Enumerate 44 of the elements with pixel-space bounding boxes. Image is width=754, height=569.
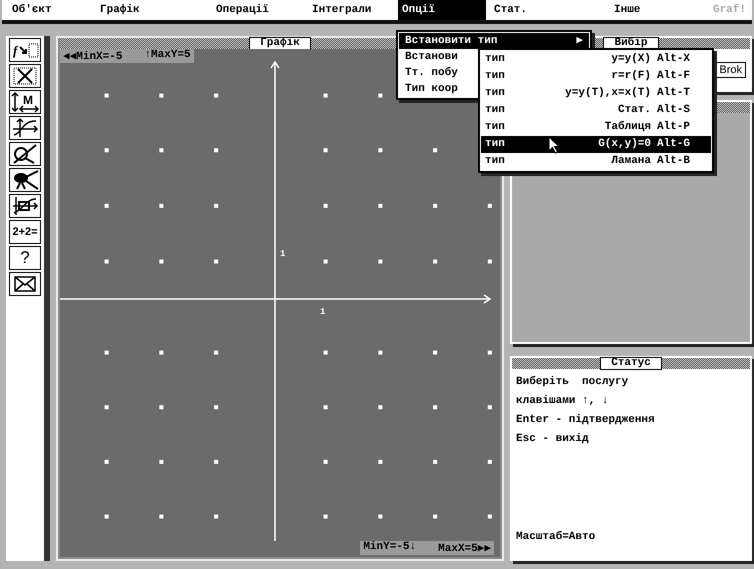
menu-item[interactable]: Тип коор bbox=[399, 81, 460, 97]
menu-item[interactable]: Тт. побу bbox=[399, 65, 460, 81]
plot-tool-icon[interactable] bbox=[9, 194, 41, 218]
menu-item[interactable]: тип Ламана Alt-B bbox=[481, 153, 711, 170]
status-text: Enter - підтвердження bbox=[516, 413, 656, 428]
graph-curve-icon[interactable] bbox=[9, 116, 41, 140]
min-y-label: MinY=-5↓ bbox=[363, 541, 416, 555]
min-x-label: ◀◀MinX=-5 bbox=[63, 50, 122, 63]
envelope-icon[interactable] bbox=[9, 272, 41, 296]
menu-item[interactable]: Опції bbox=[398, 0, 486, 20]
menu-item[interactable]: тип Таблиця Alt-P bbox=[481, 119, 711, 136]
status-text: Esc - вихід bbox=[516, 432, 590, 447]
menu-item[interactable]: Графік bbox=[96, 0, 192, 20]
panel-title: Графік bbox=[249, 37, 311, 50]
app-logo: Graf! bbox=[712, 4, 746, 16]
menu-item[interactable]: Операції bbox=[212, 0, 304, 20]
calculator-tool[interactable]: 2+2= bbox=[9, 220, 41, 244]
panel-title: Статус bbox=[600, 357, 662, 370]
status-text: клавішами ↑, ↓ bbox=[516, 394, 610, 409]
menu-item[interactable]: Інтеграли bbox=[308, 0, 398, 20]
menu-item[interactable]: Об'єкт bbox=[8, 0, 76, 20]
axis-tick-label: 1 bbox=[280, 249, 286, 259]
menu-item[interactable]: тип Стат. Alt-S bbox=[481, 102, 711, 119]
menu-item[interactable]: тип G(x,y)=0 Alt-G bbox=[481, 136, 711, 153]
max-y-label: ↑MaxY=5 bbox=[144, 49, 191, 63]
crossed-curve-icon[interactable] bbox=[9, 64, 41, 88]
function-icon[interactable]: f bbox=[9, 38, 41, 62]
brok-button[interactable]: Brok bbox=[715, 62, 746, 78]
brush-icon[interactable] bbox=[9, 168, 41, 192]
menu-item[interactable]: тип y=y(X) Alt-X bbox=[481, 51, 711, 68]
menu-item[interactable]: Інше bbox=[610, 0, 708, 20]
scale-text: Масштаб=Авто bbox=[516, 530, 596, 545]
status-text: Виберіть послугу bbox=[516, 374, 630, 390]
max-x-label: MaxX=5▶▶ bbox=[438, 542, 491, 555]
magnifier-icon[interactable] bbox=[9, 142, 41, 166]
scale-icon[interactable]: M bbox=[9, 90, 41, 114]
menu-item[interactable]: тип y=y(T),x=x(T) Alt-T bbox=[481, 85, 711, 102]
help-tool[interactable]: ? bbox=[9, 246, 41, 270]
menu-item[interactable]: Стат. bbox=[490, 0, 598, 20]
axis-tick-label: 1 bbox=[320, 307, 326, 317]
menu-item[interactable]: Встанови bbox=[399, 49, 460, 65]
menu-item[interactable]: тип r=r(F) Alt-F bbox=[481, 68, 711, 85]
menu-item[interactable]: Встановити тип ▶ bbox=[399, 33, 589, 49]
mouse-pointer-icon bbox=[548, 136, 560, 154]
